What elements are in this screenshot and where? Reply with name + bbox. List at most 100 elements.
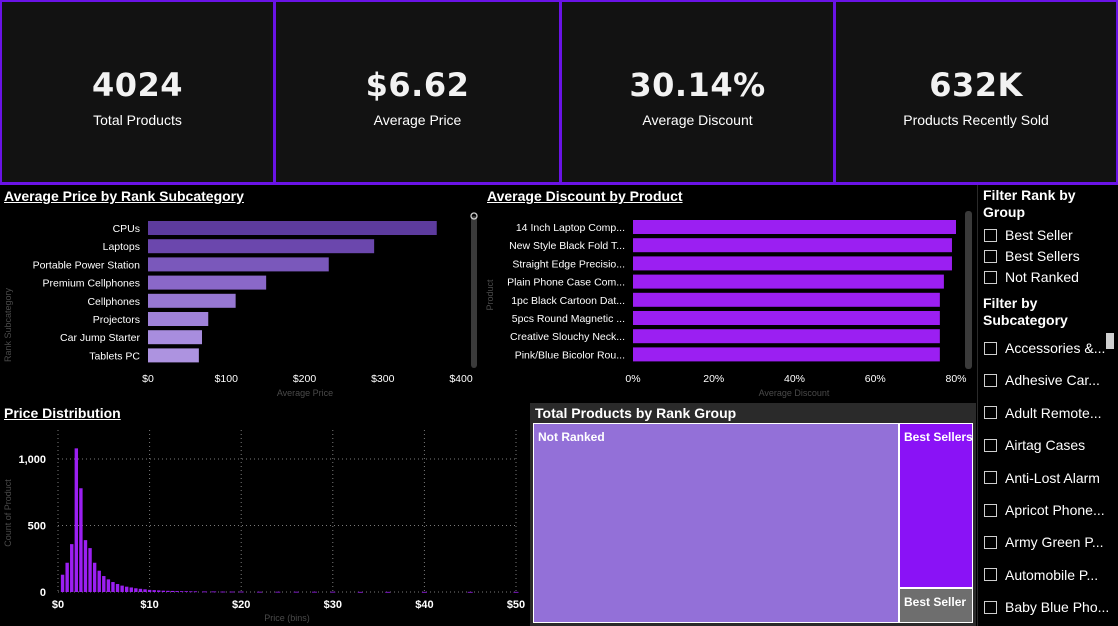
avg-discount-bar[interactable] [633,311,940,325]
price-dist-bar[interactable] [97,570,101,592]
checkbox[interactable] [984,535,997,549]
avg-price-bar[interactable] [148,221,437,235]
treemap-tile-best-sellers[interactable]: Best Sellers [899,423,973,588]
avg-discount-bar[interactable] [633,238,952,253]
checkbox[interactable] [984,406,997,420]
avg-discount-bar[interactable] [633,292,940,307]
avg-discount-y-axis-title: Product [485,279,495,311]
checkbox[interactable] [984,373,997,387]
avg-discount-chart-panel[interactable]: Average Discount by Product Product Aver… [483,185,977,403]
slicer-option-subcategory[interactable]: Anti-Lost Alarm [984,469,1112,487]
price-dist-bar[interactable] [184,591,188,593]
price-dist-bar[interactable] [65,562,69,592]
checkbox[interactable] [984,341,997,355]
price-dist-bar[interactable] [421,591,427,593]
price-dist-bar[interactable] [79,488,83,592]
avg-price-bar[interactable] [148,312,209,326]
price-dist-bar[interactable] [275,591,281,593]
checkbox[interactable] [984,568,997,582]
avg-price-bar[interactable] [148,348,199,363]
price-dist-bar[interactable] [83,540,88,592]
price-dist-bar[interactable] [357,591,363,593]
price-dist-bar[interactable] [88,548,92,592]
checkbox[interactable] [984,438,997,452]
price-dist-bar[interactable] [330,591,336,593]
price-dist-x-tick: $50 [507,599,525,611]
slicer-option-subcategory[interactable]: Airtag Cases [984,436,1112,454]
slicer-option-subcategory[interactable]: Adhesive Car... [984,371,1112,389]
price-dist-bar[interactable] [120,585,124,592]
price-dist-bar[interactable] [513,591,519,593]
price-dist-bar[interactable] [229,591,235,593]
price-dist-bar[interactable] [70,544,74,592]
slicer-option-subcategory[interactable]: Accessories &... [984,339,1112,357]
price-dist-bar[interactable] [311,591,317,593]
slicer-option-not-ranked[interactable]: Not Ranked [984,268,1112,286]
price-dist-bar[interactable] [202,591,208,593]
treemap-tile-not-ranked[interactable]: Not Ranked [533,423,899,623]
slicer-option-subcategory[interactable]: Adult Remote... [984,404,1112,422]
avg-discount-scrollbar[interactable] [965,211,972,369]
price-dist-bar[interactable] [143,589,147,592]
price-dist-bar[interactable] [238,591,244,593]
checkbox[interactable] [984,228,997,242]
slicer-option-best-sellers[interactable]: Best Sellers [984,247,1112,265]
avg-price-scrollbar[interactable] [471,216,477,368]
avg-price-bar[interactable] [148,275,267,290]
checkbox[interactable] [984,600,997,614]
price-distribution-chart[interactable]: Count of Product Price (bins) $0 $10 $20 $3… [0,403,530,626]
price-dist-bar[interactable] [147,589,152,592]
price-dist-bar[interactable] [170,590,175,592]
avg-price-bar[interactable] [148,257,329,272]
price-dist-bar[interactable] [134,588,138,592]
avg-price-chart[interactable]: Rank Subcategory Average Price CPUs Lapto… [0,185,483,403]
price-dist-bar[interactable] [115,584,120,592]
avg-price-chart-panel[interactable]: Average Price by Rank Subcategory Rank S… [0,185,483,403]
price-dist-bar[interactable] [257,591,263,593]
price-dist-bar[interactable] [74,448,79,592]
checkbox[interactable] [984,270,997,284]
slicer-option-best-seller[interactable]: Best Seller [984,226,1112,244]
price-dist-bar[interactable] [166,590,170,592]
slicer-option-subcategory[interactable]: Apricot Phone... [984,501,1112,519]
avg-price-bar[interactable] [148,293,236,308]
avg-discount-chart[interactable]: Product Average Discount 14 Inch Laptop … [483,185,977,403]
price-dist-bar[interactable] [161,590,166,592]
avg-discount-bar[interactable] [633,220,956,234]
treemap-tile-best-seller[interactable]: Best Seller [899,588,973,623]
slicer-option-subcategory[interactable]: Baby Blue Pho... [984,598,1112,616]
avg-discount-bar[interactable] [633,256,952,271]
avg-price-bar[interactable] [148,239,375,254]
avg-discount-bar[interactable] [633,347,940,362]
price-dist-bar[interactable] [175,591,179,592]
avg-discount-bar[interactable] [633,274,944,289]
avg-discount-bar[interactable] [633,329,940,344]
price-distribution-panel[interactable]: Price Distribution Count of Product Pric… [0,403,530,626]
price-dist-bar[interactable] [220,591,226,593]
price-dist-bar[interactable] [179,591,184,593]
price-dist-bar[interactable] [138,588,143,592]
price-dist-bar[interactable] [152,590,156,592]
avg-discount-category-label: 5pcs Round Magnetic ... [512,313,625,325]
price-dist-bar[interactable] [293,591,299,593]
treemap-panel[interactable]: Total Products by Rank Group Not Ranked … [530,403,976,626]
price-dist-bar[interactable] [102,576,106,592]
price-dist-bar[interactable] [60,574,65,592]
avg-price-bar[interactable] [148,330,202,345]
slicer-option-subcategory[interactable]: Automobile P... [984,566,1112,584]
price-dist-bar[interactable] [157,590,161,592]
price-dist-bar[interactable] [211,591,217,593]
price-dist-bar[interactable] [189,591,193,593]
checkbox[interactable] [984,503,997,517]
price-dist-bar[interactable] [467,591,473,593]
price-dist-bar[interactable] [106,579,111,592]
price-dist-bar[interactable] [385,591,391,593]
checkbox[interactable] [984,249,997,263]
price-dist-bar[interactable] [193,591,198,593]
checkbox[interactable] [984,471,997,485]
price-dist-bar[interactable] [125,586,129,592]
price-dist-bar[interactable] [129,587,133,592]
slicer-option-subcategory[interactable]: Army Green P... [984,533,1112,551]
price-dist-bar[interactable] [111,582,115,592]
price-dist-bar[interactable] [92,562,97,592]
